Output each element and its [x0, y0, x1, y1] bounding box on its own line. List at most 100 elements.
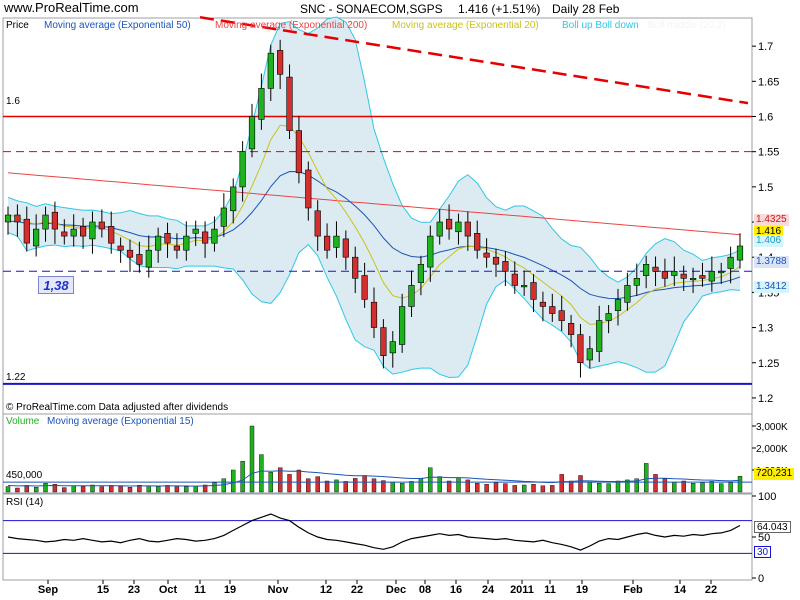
volume-bar: [5, 486, 11, 493]
chart-window: www.ProRealTime.com SNC - SONAECOM,SGPS …: [0, 0, 800, 600]
candle-body: [108, 226, 115, 244]
volume-bar: [108, 485, 114, 493]
candle-body: [464, 221, 471, 237]
price-tick-label: 1.55: [758, 147, 779, 159]
candle-body: [202, 231, 209, 244]
candle-body: [183, 235, 190, 251]
candle-body: [624, 285, 631, 303]
volume-bar: [446, 480, 452, 493]
volume-bar: [296, 469, 302, 493]
volume-bar: [362, 475, 367, 493]
tag-boll-up: 1.406: [754, 235, 784, 247]
price-tick-label: 1.3: [758, 323, 773, 335]
candle-body: [61, 231, 68, 237]
volume-bar: [221, 478, 227, 493]
legend-bollinger: Boll up Boll down: [562, 20, 639, 31]
volume-bar: [146, 485, 152, 493]
candle-body: [145, 249, 152, 268]
candle-body: [596, 320, 603, 352]
candle-body: [361, 275, 368, 300]
legend-boll-middle: Boll middle (20,2): [648, 20, 726, 31]
chart-canvas[interactable]: 1.71.651.61.551.51.451.41.351.31.251.23,…: [0, 0, 800, 600]
candle-body: [520, 285, 528, 288]
x-tick-label: 08: [418, 584, 432, 596]
candle-body: [164, 233, 171, 244]
volume-bar: [400, 483, 405, 493]
candle-body: [398, 306, 406, 345]
volume-bar: [418, 478, 424, 493]
volume-bar: [62, 487, 67, 493]
volume-bar: [184, 486, 189, 493]
volume-bar: [353, 478, 358, 493]
legend-ema200: Moving average (Exponential 200): [215, 20, 368, 31]
candle-body: [614, 299, 622, 311]
price-tick-label: 1.65: [758, 76, 779, 88]
volume-bar: [80, 486, 86, 493]
candle-body: [671, 270, 678, 276]
x-tick-label: Oct: [158, 584, 178, 596]
candle-body: [23, 218, 30, 244]
x-tick-label: 22: [704, 584, 718, 596]
volume-bar: [728, 482, 733, 493]
support-level-marker[interactable]: 1,38: [38, 276, 74, 294]
volume-bar: [287, 474, 292, 493]
candle-body: [258, 88, 265, 120]
tag-volume-last: 720,231: [754, 468, 795, 480]
volume-tick-label: 3,000K: [756, 422, 788, 433]
volume-bar: [690, 483, 696, 493]
candle-body: [699, 275, 706, 279]
x-tick-label: Dec: [385, 584, 407, 596]
volume-bar: [531, 484, 536, 493]
rsi-panel-label: RSI (14): [6, 497, 44, 508]
candle-body: [436, 221, 443, 237]
volume-bar: [230, 469, 236, 493]
candle-body: [652, 266, 659, 272]
tag-boll-down: 1.3412: [754, 281, 789, 293]
volume-bar: [306, 478, 311, 493]
volume-bar: [493, 482, 499, 493]
rsi-tick-label: 100: [758, 491, 776, 503]
x-tick-label: 24: [481, 584, 495, 596]
candle-body: [539, 301, 546, 307]
candle-body: [305, 169, 312, 209]
candle-body: [558, 310, 565, 321]
candle-body: [98, 221, 105, 230]
tag-ema200: 1.4325: [754, 214, 789, 226]
candle-body: [492, 256, 500, 265]
volume-bar: [559, 474, 564, 493]
volume-bar: [597, 483, 602, 493]
candle-body: [126, 249, 134, 258]
tag-ema50: 1.3788: [754, 256, 789, 268]
candle-body: [32, 228, 40, 247]
volume-bar: [315, 476, 320, 493]
volume-bar: [193, 486, 198, 493]
candle-body: [220, 207, 227, 227]
candle-body: [530, 282, 537, 300]
candle-body: [286, 76, 293, 131]
candle-body: [680, 273, 687, 279]
volume-bar: [43, 483, 48, 493]
volume-bar: [644, 463, 649, 493]
volume-bar: [550, 485, 555, 493]
volume-bar: [324, 480, 330, 493]
candle-body: [511, 273, 518, 286]
x-tick-label: 23: [127, 584, 141, 596]
volume-tick-label: 2,000K: [756, 444, 788, 455]
candle-body: [51, 211, 58, 230]
x-tick-label: 19: [575, 584, 589, 596]
x-tick-label: Nov: [267, 584, 289, 596]
volume-bar: [390, 481, 395, 493]
candle-body: [549, 306, 556, 314]
candle-body: [192, 228, 199, 234]
volume-bar: [15, 487, 20, 493]
volume-bar: [540, 485, 546, 493]
candle-body: [42, 214, 49, 230]
level-1-22-label: 1.22: [6, 372, 26, 383]
volume-bar: [212, 482, 217, 493]
x-tick-label: 11: [194, 584, 206, 596]
volume-bar: [475, 483, 480, 493]
candle-body: [370, 301, 378, 328]
candle-body: [239, 151, 246, 188]
volume-bar: [484, 484, 489, 493]
volume-bar: [578, 475, 583, 493]
